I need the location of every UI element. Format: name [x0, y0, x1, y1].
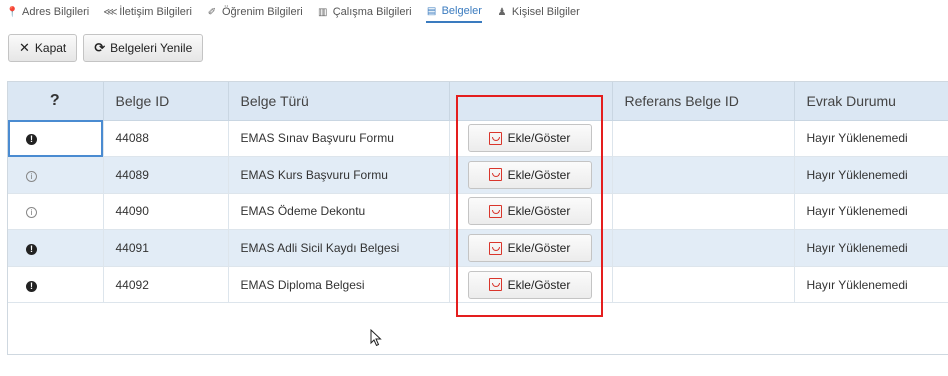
referans-belge-id-cell [612, 156, 795, 194]
tab-label: Adres Bilgileri [22, 6, 90, 18]
status-cell[interactable]: i [8, 193, 104, 231]
column-header-action [449, 82, 613, 121]
evrak-durumu-cell: Hayır Yüklenemedi [794, 120, 948, 158]
graduation-icon: ✐ [207, 6, 217, 18]
user-icon: ♟ [497, 6, 507, 18]
action-cell: Ekle/Göster [449, 229, 613, 267]
belge-turu-cell: EMAS Diploma Belgesi [228, 266, 450, 304]
belge-turu-cell: EMAS Sınav Başvuru Formu [228, 120, 450, 158]
referans-belge-id-cell [612, 229, 795, 267]
belge-id-cell: 44089 [103, 156, 229, 194]
documents-grid: ? Belge ID Belge Türü Referans Belge ID … [7, 81, 948, 355]
status-cell[interactable]: ! [8, 229, 104, 267]
evrak-durumu-cell: Hayır Yüklenemedi [794, 266, 948, 304]
belge-id-cell: 44091 [103, 229, 229, 267]
ekle-goster-button[interactable]: Ekle/Göster [467, 124, 592, 153]
document-icon: ▤ [426, 5, 437, 17]
info-icon: i [26, 170, 37, 182]
ekle-goster-button[interactable]: Ekle/Göster [467, 160, 592, 189]
evrak-durumu-cell: Hayır Yüklenemedi [794, 229, 948, 267]
share-icon: ⋘ [103, 6, 118, 18]
tab-label: İletişim Bilgileri [119, 6, 192, 18]
exclamation-icon: ! [26, 134, 37, 146]
ekle-goster-label: Ekle/Göster [507, 204, 571, 219]
ekle-goster-label: Ekle/Göster [507, 241, 571, 256]
tab-user[interactable]: ♟ Kişisel Bilgiler [496, 1, 580, 23]
info-icon: i [26, 207, 37, 219]
column-header-referans-belge-id[interactable]: Referans Belge ID [612, 82, 795, 121]
status-cell[interactable]: i [8, 156, 104, 194]
exclamation-icon: ! [26, 244, 37, 256]
pdf-icon [488, 168, 502, 182]
table-row[interactable]: i 44090 EMAS Ödeme Dekontu Ekle/Göster Hayır… [8, 193, 948, 231]
building-icon: ▥ [317, 6, 328, 18]
tab-graduation[interactable]: ✐ Öğrenim Bilgileri [206, 1, 303, 23]
exclamation-icon: ! [26, 280, 37, 292]
belge-turu-cell: EMAS Adli Sicil Kaydı Belgesi [228, 229, 450, 267]
table-row[interactable]: ! 44092 EMAS Diploma Belgesi Ekle/Göster Hay… [8, 266, 948, 304]
pdf-icon [488, 204, 502, 218]
referans-belge-id-cell [612, 266, 795, 304]
ekle-goster-button[interactable]: Ekle/Göster [467, 197, 592, 226]
action-cell: Ekle/Göster [449, 266, 613, 304]
tab-document[interactable]: ▤ Belgeler [425, 1, 482, 23]
tab-share[interactable]: ⋘ İletişim Bilgileri [103, 1, 192, 23]
refresh-documents-button[interactable]: ⟳ Belgeleri Yenile [83, 34, 204, 62]
table-row[interactable]: ! 44088 EMAS Sınav Başvuru Formu Ekle/Göste… [8, 120, 948, 158]
action-cell: Ekle/Göster [449, 156, 613, 194]
mouse-cursor-icon [370, 328, 382, 350]
refresh-icon: ⟳ [94, 40, 106, 55]
tab-label: Öğrenim Bilgileri [222, 6, 303, 18]
belge-id-cell: 44092 [103, 266, 229, 304]
x-icon: ✕ [19, 40, 30, 55]
belge-turu-cell: EMAS Ödeme Dekontu [228, 193, 450, 231]
status-cell[interactable]: ! [8, 266, 104, 304]
ekle-goster-label: Ekle/Göster [507, 131, 571, 146]
tab-label: Belgeler [441, 5, 482, 17]
ekle-goster-button[interactable]: Ekle/Göster [467, 270, 592, 299]
referans-belge-id-cell [612, 120, 795, 158]
toolbar: ✕ Kapat ⟳ Belgeleri Yenile [8, 34, 204, 62]
table-row[interactable]: ! 44091 EMAS Adli Sicil Kaydı Belgesi Ekle/… [8, 229, 948, 267]
status-cell[interactable]: ! [8, 120, 104, 158]
tab-map-pin[interactable]: 📍 Adres Bilgileri [6, 1, 89, 23]
column-header-evrak-durumu[interactable]: Evrak Durumu [794, 82, 948, 121]
belge-turu-cell: EMAS Kurs Başvuru Formu [228, 156, 450, 194]
evrak-durumu-cell: Hayır Yüklenemedi [794, 193, 948, 231]
refresh-label: Belgeleri Yenile [110, 41, 193, 55]
belge-id-cell: 44088 [103, 120, 229, 158]
documents-table: ? Belge ID Belge Türü Referans Belge ID … [8, 82, 948, 304]
close-button[interactable]: ✕ Kapat [8, 34, 78, 62]
map-pin-icon: 📍 [6, 6, 19, 18]
column-header-belge-turu[interactable]: Belge Türü [228, 82, 450, 121]
ekle-goster-label: Ekle/Göster [507, 167, 571, 182]
evrak-durumu-cell: Hayır Yüklenemedi [794, 156, 948, 194]
belge-id-cell: 44090 [103, 193, 229, 231]
ekle-goster-button[interactable]: Ekle/Göster [467, 234, 592, 263]
close-label: Kapat [34, 41, 67, 55]
pdf-icon [488, 131, 502, 145]
pdf-icon [488, 241, 502, 255]
tab-building[interactable]: ▥ Çalışma Bilgileri [317, 1, 412, 23]
tab-label: Kişisel Bilgiler [511, 6, 580, 18]
column-header-status[interactable]: ? [8, 82, 104, 121]
tab-label: Çalışma Bilgileri [332, 6, 412, 18]
column-header-belge-id[interactable]: Belge ID [103, 82, 229, 121]
tab-bar: 📍 Adres Bilgileri ⋘ İletişim Bilgileri ✐ Öğre… [0, 0, 948, 24]
referans-belge-id-cell [612, 193, 795, 231]
action-cell: Ekle/Göster [449, 120, 613, 158]
table-header-row: ? Belge ID Belge Türü Referans Belge ID … [8, 82, 948, 121]
ekle-goster-label: Ekle/Göster [507, 277, 571, 292]
table-row[interactable]: i 44089 EMAS Kurs Başvuru Formu Ekle/Göster… [8, 156, 948, 194]
action-cell: Ekle/Göster [449, 193, 613, 231]
pdf-icon [488, 278, 502, 292]
